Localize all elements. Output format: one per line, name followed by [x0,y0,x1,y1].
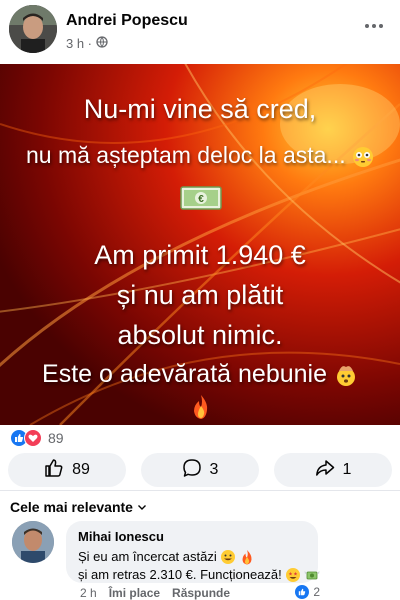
reaction-icons [10,429,42,447]
love-icon [24,429,42,447]
comments-filter-dropdown[interactable]: Cele mai relevante [10,499,147,515]
image-text-line-4: și nu am plătit [116,280,284,310]
more-options-button[interactable] [362,14,386,38]
comments-filter-label: Cele mai relevante [10,499,133,515]
image-text-line-2-text: nu mă așteptam deloc la asta... [25,142,346,168]
image-text-line-2: nu mă așteptam deloc la asta... [0,142,400,169]
flushed-face-icon [352,142,374,168]
money-with-wings-icon [304,567,320,584]
author-name[interactable]: Andrei Popescu [66,12,188,30]
star-struck-face-icon [285,567,301,584]
comment-text-1: Și eu am încercat astăzi [78,548,217,564]
author-avatar[interactable] [9,5,57,53]
comment-author[interactable]: Mihai Ionescu [78,529,306,544]
comment-reaction-count: 2 [313,585,320,599]
fire-icon [239,548,255,565]
thumbs-up-icon [44,458,64,483]
post-time[interactable]: 3 h · [66,36,92,51]
image-text-line-1: Nu-mi vine să cred, [83,94,317,124]
divider [0,490,400,491]
comment-meta: 2 h Îmi place Răspunde [80,586,230,600]
comment-like-link[interactable]: Îmi place [109,586,160,600]
commenter-avatar[interactable] [12,521,54,563]
comment-bubble: Mihai Ionescu Și eu am încercat astăzi ș… [66,521,320,584]
like-icon [295,585,310,599]
image-text-line-5: absolut nimic. [117,320,283,350]
globe-icon [96,36,108,51]
fire-icon [190,394,212,420]
chevron-down-icon [137,499,147,515]
exploding-head-icon [334,360,358,388]
comment-button[interactable]: 3 [141,453,259,487]
comment-count: 3 [209,461,219,478]
comment-reactions[interactable]: 2 [295,585,320,599]
comment-text-2: și am retras 2.310 €. Funcționează! [78,567,282,583]
dot-icon [365,24,369,28]
dot-icon [372,24,376,28]
reactions-count: 89 [48,430,64,446]
comment-line-1: Și eu am încercat astăzi [78,548,306,565]
comment-bubble-icon [182,458,202,483]
svg-text:€: € [198,194,204,205]
post-meta: 3 h · [66,36,108,51]
comment-line-2: și am retras 2.310 €. Funcționează! [78,567,320,584]
share-count: 1 [342,461,352,478]
post-image[interactable]: Nu-mi vine să cred, nu mă așteptam deloc… [0,64,400,425]
share-arrow-icon [315,458,335,483]
like-count: 89 [72,461,90,478]
post-header: Andrei Popescu 3 h · [0,0,400,62]
action-bar: 89 3 1 [8,453,392,487]
comment-time: 2 h [80,586,97,600]
reactions-summary[interactable]: 89 [10,428,64,448]
image-text-line-6-text: Este o adevărată nebunie [42,360,327,388]
comment-reply-link[interactable]: Răspunde [172,586,230,600]
image-text-line-3: Am primit 1.940 € [94,240,306,270]
grinning-face-icon [220,548,236,565]
dot-icon [379,24,383,28]
euro-banknote-icon: € [180,184,222,212]
like-button[interactable]: 89 [8,453,126,487]
image-text-line-6: Este o adevărată nebunie [0,360,400,389]
share-button[interactable]: 1 [274,453,392,487]
